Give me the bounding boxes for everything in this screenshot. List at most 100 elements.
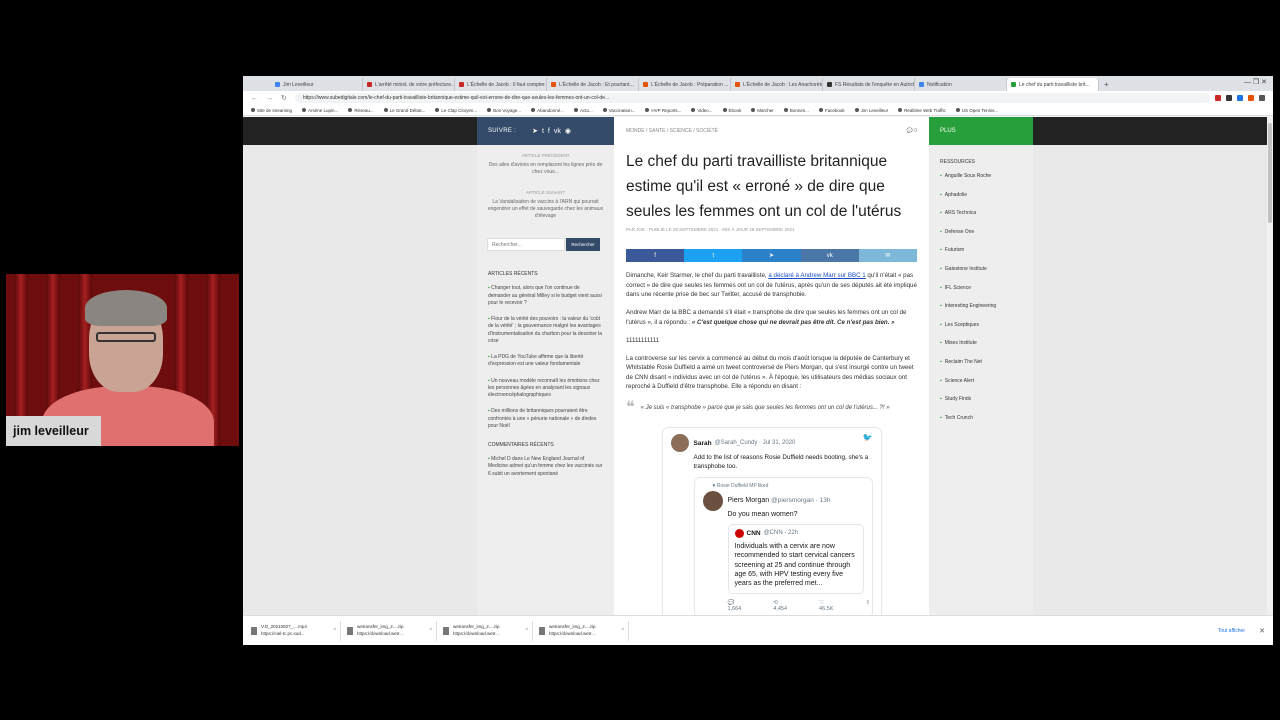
- bookmark-item[interactable]: Marcher: [751, 108, 774, 113]
- download-item[interactable]: wetransfer_img_2....zip https://download.…: [347, 620, 437, 641]
- share-icon[interactable]: ⇪: [865, 600, 870, 612]
- bookmark-item[interactable]: HVP Reports...: [645, 108, 681, 113]
- browser-tab[interactable]: L'Échelle de Jacob : Il faut compter...: [455, 78, 547, 91]
- telegram-icon[interactable]: ➤: [532, 127, 538, 135]
- resource-link[interactable]: ▪ Study Finds: [940, 396, 1033, 402]
- resource-link[interactable]: ▪ ARS Technica: [940, 210, 1033, 216]
- resource-link[interactable]: ▪ Anguille Sous Roche: [940, 173, 1033, 179]
- download-item[interactable]: wetransfer_img_2....zip https://download.…: [443, 620, 533, 641]
- bookmark-item[interactable]: Facebook: [818, 108, 845, 113]
- twitter-icon[interactable]: t: [542, 128, 544, 135]
- resource-link[interactable]: ▪ Mises Institute: [940, 340, 1033, 346]
- recent-article-link[interactable]: ▪ Changer tout, alors que l'on continue …: [488, 285, 603, 307]
- browser-tab[interactable]: Notification: [915, 78, 1007, 91]
- new-tab-button[interactable]: +: [1099, 78, 1114, 91]
- resource-link[interactable]: ▪ Aphadolie: [940, 192, 1033, 198]
- search-button[interactable]: Rechercher: [566, 238, 600, 252]
- bookmark-item[interactable]: Bon Voyage...: [487, 108, 521, 113]
- bookmark-item[interactable]: Video...: [691, 108, 713, 113]
- recent-article-link[interactable]: ▪ Un nouveau modèle reconnaît les émotio…: [488, 378, 603, 400]
- bookmark-item[interactable]: Ebook: [722, 108, 741, 113]
- cnn-author-name[interactable]: CNN: [747, 530, 761, 537]
- quoted-author-handle[interactable]: @piersmorgan · 13h: [771, 497, 830, 504]
- resource-link[interactable]: ▪ Reclaim The Net: [940, 359, 1033, 365]
- show-all-downloads-link[interactable]: Tout afficher: [1218, 628, 1245, 634]
- embedded-tweet[interactable]: 🐦 Sarah @Sarah_Cundy · Jul 31, 2020 Add …: [661, 427, 882, 615]
- resource-link[interactable]: ▪ Science Alert: [940, 378, 1033, 384]
- cnn-tweet[interactable]: CNN @CNN · 22h Individuals with a cervix…: [727, 523, 864, 594]
- bbc-interview-link[interactable]: a déclaré à Andrew Marr sur BBC 1: [768, 272, 865, 279]
- resource-link[interactable]: ▪ Futurism: [940, 247, 1033, 253]
- avatar[interactable]: [702, 490, 723, 511]
- article-categories[interactable]: MONDE / SANTÉ / SCIENCE / SOCIÉTÉ: [626, 128, 718, 134]
- bookmark-item[interactable]: Site de streaming: [251, 108, 292, 113]
- email-share-button[interactable]: ✉: [858, 249, 918, 263]
- retweet-count[interactable]: ⟲ 4,454: [773, 600, 803, 612]
- extension-icon[interactable]: [1248, 95, 1254, 101]
- close-icon[interactable]: ✕: [1259, 627, 1265, 635]
- browser-tab[interactable]: L'Échelle de Jacob : Et pourtant...: [547, 78, 639, 91]
- resource-link[interactable]: ▪ Defense One: [940, 229, 1033, 235]
- browser-tab[interactable]: Le chef du parti travailliste brit...: [1007, 78, 1099, 91]
- browser-tab[interactable]: Jim Leveilleur: [271, 78, 363, 91]
- recent-article-link[interactable]: ▪ La PDG de YouTube affirme que la liber…: [488, 354, 603, 369]
- resource-link[interactable]: ▪ Interesting Engineering: [940, 303, 1033, 309]
- chevron-up-icon[interactable]: ^: [430, 628, 432, 634]
- tweet-author-handle[interactable]: @Sarah_Cundy · Jul 31, 2020: [715, 440, 796, 446]
- bookmark-item[interactable]: Jim Leveilleur: [854, 108, 888, 113]
- quoted-author-name[interactable]: Piers Morgan: [728, 497, 770, 504]
- recent-comment[interactable]: ▪ Michel D dans Le New England Journal o…: [488, 456, 603, 478]
- browser-tab[interactable]: FS Résultats de l'enquête en Autriche: [823, 78, 915, 91]
- previous-article-link[interactable]: Article précédent Des ailes d'avions en …: [487, 153, 604, 176]
- bookmark-item[interactable]: US Open Tennis...: [955, 108, 998, 113]
- forward-icon[interactable]: →: [266, 95, 273, 102]
- rss-icon[interactable]: ◉: [565, 127, 571, 135]
- reply-count[interactable]: 💬 1,664: [728, 600, 758, 612]
- resource-link[interactable]: ▪ Tech Crunch: [940, 415, 1033, 421]
- avatar[interactable]: [670, 434, 689, 453]
- reload-icon[interactable]: ↻: [281, 94, 287, 102]
- facebook-share-button[interactable]: f: [626, 249, 685, 263]
- browser-tab[interactable]: L'arrêté minist. de votre préfecture...: [363, 78, 455, 91]
- bookmark-item[interactable]: Vaccination...: [602, 108, 635, 113]
- recent-article-link[interactable]: ▪ Des millions de britanniques pourraien…: [488, 408, 603, 430]
- resource-link[interactable]: ▪ Gatestone Institute: [940, 266, 1033, 272]
- scrollbar-thumb[interactable]: [1268, 123, 1272, 223]
- tweet-author-name[interactable]: Sarah: [694, 440, 712, 447]
- vk-icon[interactable]: vk: [554, 128, 561, 135]
- comment-count[interactable]: 💬 0: [907, 128, 917, 134]
- like-count[interactable]: ♡ 46.5K: [819, 600, 849, 612]
- extension-icon[interactable]: [1226, 95, 1232, 101]
- facebook-icon[interactable]: f: [548, 128, 550, 135]
- bookmark-item[interactable]: Le Grand Débat...: [383, 108, 425, 113]
- extension-icon[interactable]: [1215, 95, 1221, 101]
- resource-link[interactable]: ▪ Les Sceptiques: [940, 322, 1033, 328]
- page-scrollbar[interactable]: [1267, 117, 1273, 615]
- menu-icon[interactable]: [1259, 95, 1265, 101]
- download-item[interactable]: V.D_20210927_....mp4 https://ciel-tc.pc.s…: [251, 620, 341, 641]
- bookmark-item[interactable]: Le Clap Citoyen...: [435, 108, 477, 113]
- browser-tab[interactable]: L'Échelle de Jacob : Préparation ...: [639, 78, 731, 91]
- recent-article-link[interactable]: ▪ Flour de la vérité des pouvoirs : la v…: [488, 316, 603, 345]
- cnn-author-handle[interactable]: @CNN · 22h: [764, 530, 798, 536]
- twitter-bird-icon[interactable]: 🐦: [863, 433, 873, 442]
- bookmark-item[interactable]: Realtime Web Traffic: [898, 108, 946, 113]
- address-bar[interactable]: https://www.subedigitale.com/le-chef-du-…: [294, 93, 1210, 103]
- vk-share-button[interactable]: vk: [800, 249, 859, 263]
- chevron-up-icon[interactable]: ^: [526, 628, 528, 634]
- chevron-up-icon[interactable]: ^: [622, 628, 624, 634]
- chevron-up-icon[interactable]: ^: [334, 628, 336, 634]
- window-controls[interactable]: — ❐ ✕: [1244, 78, 1267, 86]
- bookmark-item[interactable]: Bonnes...: [783, 108, 809, 113]
- twitter-share-button[interactable]: t: [684, 249, 743, 263]
- resource-link[interactable]: ▪ IFL Science: [940, 285, 1033, 291]
- next-article-link[interactable]: Article suivant La Vandalisation de vacc…: [487, 190, 604, 220]
- bookmark-item[interactable]: Actu...: [573, 108, 593, 113]
- back-icon[interactable]: ←: [251, 95, 258, 102]
- extension-icon[interactable]: [1237, 95, 1243, 101]
- bookmark-item[interactable]: Arsène Lupin...: [302, 108, 338, 113]
- bookmark-item[interactable]: Réseau...: [348, 108, 374, 113]
- bookmark-item[interactable]: Abandonné...: [531, 108, 564, 113]
- search-input[interactable]: [487, 238, 565, 252]
- telegram-share-button[interactable]: ➤: [742, 249, 801, 263]
